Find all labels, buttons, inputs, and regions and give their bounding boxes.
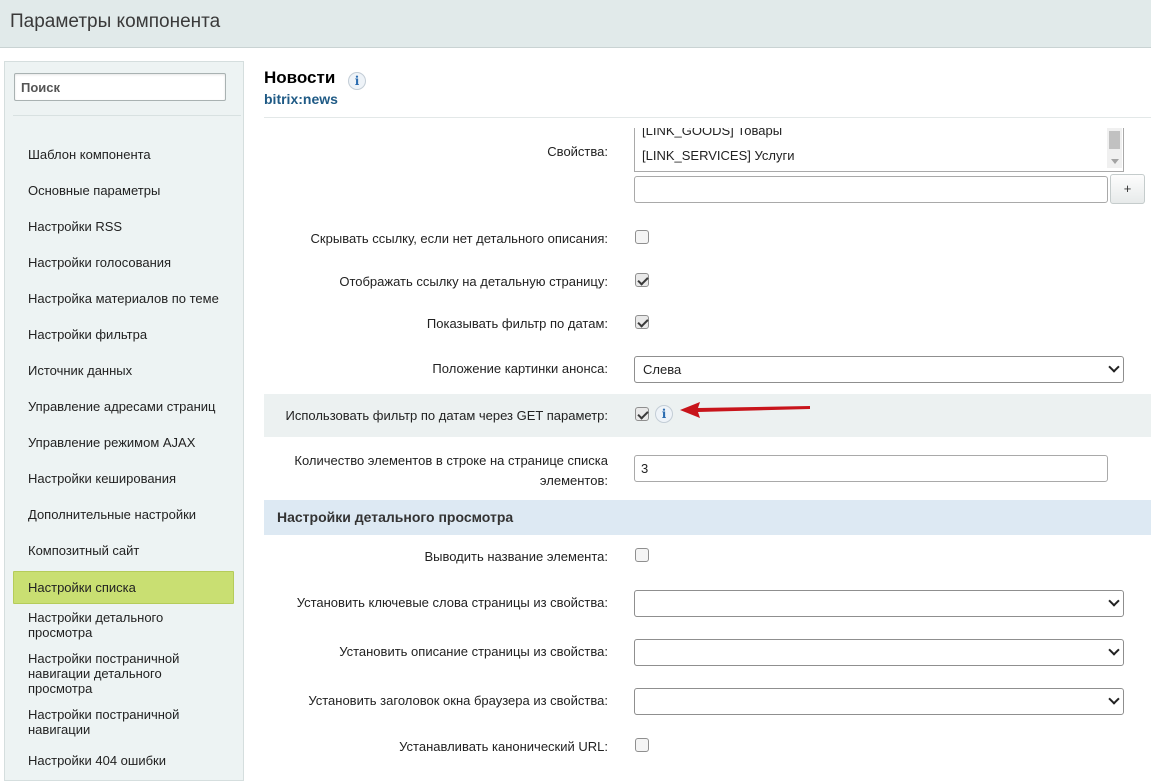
canonical-url-label: Устанавливать канонический URL: [399, 739, 608, 754]
use-date-filter-get-checkbox[interactable] [635, 407, 649, 421]
listbox-scrollbar[interactable] [1107, 128, 1122, 168]
info-icon[interactable]: i [655, 405, 673, 423]
scrollbar-thumb[interactable] [1109, 131, 1120, 149]
show-date-filter-checkbox[interactable] [635, 315, 649, 329]
use-date-filter-get-label: Использовать фильтр по датам через GET п… [285, 408, 608, 423]
sidebar-item-cache[interactable]: Настройки кеширования [14, 471, 234, 486]
items-per-row-input[interactable]: 3 [634, 455, 1108, 482]
properties-option[interactable]: [LINK_GOODS] Товары [642, 128, 782, 138]
properties-listbox[interactable]: [LINK_GOODS] Товары [LINK_SERVICES] Услу… [634, 128, 1124, 172]
canonical-url-checkbox[interactable] [635, 738, 649, 752]
sidebar-item-filter[interactable]: Настройки фильтра [14, 327, 234, 342]
sidebar-item-detail-pager[interactable]: Настройки постраничной навигации детальн… [14, 651, 204, 696]
search-input[interactable] [14, 73, 226, 101]
meta-description-label: Установить описание страницы из свойства… [339, 644, 608, 659]
sidebar-item-additional[interactable]: Дополнительные настройки [14, 507, 234, 522]
show-date-filter-label: Показывать фильтр по датам: [426, 316, 608, 331]
items-per-row-label: Количество элементов в строке на страниц… [294, 453, 608, 488]
sidebar-item-related[interactable]: Настройка материалов по теме [14, 291, 234, 306]
chevron-down-icon [1108, 693, 1120, 705]
sidebar-item-detail-settings[interactable]: Настройки детального просмотра [14, 610, 204, 640]
preview-picture-label: Положение картинки анонса: [432, 361, 608, 376]
sidebar-divider [13, 115, 241, 116]
hide-link-checkbox[interactable] [635, 230, 649, 244]
browser-title-label: Установить заголовок окна браузера из св… [308, 693, 608, 708]
chevron-down-icon [1108, 644, 1120, 656]
component-title: Новости i [264, 68, 367, 90]
sidebar-item-rss[interactable]: Настройки RSS [14, 219, 234, 234]
meta-keywords-select[interactable] [634, 590, 1124, 617]
red-arrow-icon [680, 402, 810, 418]
detail-section-header: Настройки детального просмотра [264, 500, 1151, 535]
show-element-name-label: Выводить название элемента: [424, 549, 608, 564]
properties-label: Свойства: [547, 144, 608, 159]
window-title: Параметры компонента [10, 11, 221, 32]
component-name: Новости [264, 68, 336, 87]
sidebar-item-ajax[interactable]: Управление режимом AJAX [14, 435, 234, 450]
preview-picture-select[interactable]: Слева [634, 356, 1124, 383]
show-detail-link-label: Отображать ссылку на детальную страницу: [339, 274, 608, 289]
browser-title-select[interactable] [634, 688, 1124, 715]
show-element-name-checkbox[interactable] [635, 548, 649, 562]
show-detail-link-checkbox[interactable] [635, 273, 649, 287]
header-divider [264, 117, 1151, 118]
sidebar: Шаблон компонента Основные параметры Нас… [4, 61, 244, 781]
items-per-row-value: 3 [641, 461, 649, 476]
detail-section-title: Настройки детального просмотра [277, 509, 514, 525]
sidebar-item-list-settings[interactable]: Настройки списка [13, 571, 234, 604]
sidebar-item-main-params[interactable]: Основные параметры [14, 183, 234, 198]
window-titlebar: Параметры компонента [0, 0, 1151, 48]
sidebar-item-pager[interactable]: Настройки постраничной навигации [14, 707, 204, 737]
hide-link-label: Скрывать ссылку, если нет детального опи… [310, 231, 608, 246]
sidebar-item-composite[interactable]: Композитный сайт [14, 543, 234, 558]
sidebar-item-voting[interactable]: Настройки голосования [14, 255, 234, 270]
scroll-down-arrow-icon[interactable] [1111, 159, 1119, 164]
sidebar-item-data-source[interactable]: Источник данных [14, 363, 234, 378]
chevron-down-icon [1108, 361, 1120, 373]
properties-add-input[interactable] [634, 176, 1108, 203]
chevron-down-icon [1108, 595, 1120, 607]
component-code: bitrix:news [264, 91, 338, 107]
info-icon[interactable]: i [348, 72, 367, 90]
sidebar-item-sef[interactable]: Управление адресами страниц [14, 399, 234, 414]
properties-option[interactable]: [LINK_SERVICES] Услуги [642, 148, 794, 163]
add-property-button[interactable]: + [1110, 174, 1145, 204]
sidebar-item-template[interactable]: Шаблон компонента [14, 147, 234, 162]
meta-description-select[interactable] [634, 639, 1124, 666]
preview-picture-value: Слева [643, 362, 682, 377]
meta-keywords-label: Установить ключевые слова страницы из св… [296, 595, 608, 610]
sidebar-item-404[interactable]: Настройки 404 ошибки [14, 753, 234, 768]
